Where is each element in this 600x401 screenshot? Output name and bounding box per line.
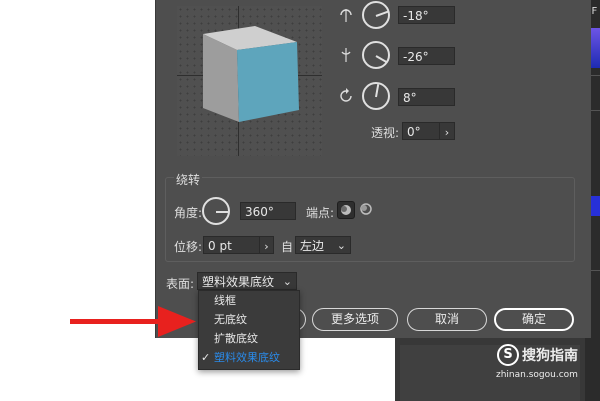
chevron-right-icon: › [444, 126, 450, 139]
sogou-logo-icon: S [497, 344, 519, 366]
surface-select[interactable]: 塑料效果底纹 ⌄ [197, 272, 297, 290]
x-axis-rotate-icon [340, 9, 352, 22]
surface-label: 表面: [166, 277, 195, 291]
x-rotation-dial[interactable] [362, 1, 390, 29]
red-arrow-icon [70, 306, 196, 337]
checkmark-icon: ✓ [201, 351, 211, 364]
from-label: 自 [281, 240, 294, 254]
angle-label: 角度: [174, 206, 203, 220]
z-rotation-input[interactable]: 8° [398, 88, 455, 106]
y-rotation-dial[interactable] [362, 41, 390, 69]
z-rotation-dial[interactable] [362, 82, 390, 110]
offset-input[interactable]: 0 pt [203, 236, 260, 254]
perspective-stepper[interactable]: › [439, 122, 455, 140]
watermark-brand: 搜狗指南 [522, 348, 578, 364]
cap-off-icon [360, 203, 372, 215]
perspective-label: 透视: [371, 126, 400, 140]
cancel-button[interactable]: 取消 [407, 308, 487, 331]
z-axis-rotate-icon [340, 88, 352, 102]
chevron-down-icon: ⌄ [282, 275, 292, 288]
watermark-url: zhinan.sogou.com [496, 370, 578, 380]
surface-dropdown-menu: 线框 无底纹 扩散底纹 ✓ 塑料效果底纹 [198, 290, 300, 370]
x-rotation-input[interactable]: -18° [398, 6, 455, 24]
cap-off-button[interactable] [358, 201, 374, 217]
from-select[interactable]: 左边 ⌄ [295, 236, 351, 254]
cap-on-icon [341, 205, 351, 215]
revolve-angle-dial[interactable] [202, 197, 230, 225]
more-options-button[interactable]: 更多选项 [312, 308, 398, 331]
menu-item-plastic-shading[interactable]: ✓ 塑料效果底纹 [199, 348, 299, 367]
y-rotation-input[interactable]: -26° [398, 47, 455, 65]
caps-label: 端点: [306, 206, 335, 220]
menu-item-plastic-shading-label: 塑料效果底纹 [214, 351, 280, 364]
menu-item-no-shading[interactable]: 无底纹 [199, 310, 299, 329]
chevron-down-icon: ⌄ [336, 239, 346, 252]
offset-stepper[interactable]: › [259, 236, 274, 254]
revolve-angle-input[interactable]: 360° [240, 202, 296, 220]
cap-on-button[interactable] [337, 201, 355, 219]
ok-button[interactable]: 确定 [494, 308, 574, 331]
perspective-input[interactable]: 0° [402, 122, 440, 140]
menu-item-diffuse-shading[interactable]: 扩散底纹 [199, 329, 299, 348]
menu-item-wireframe[interactable]: 线框 [199, 291, 299, 310]
chevron-right-icon: › [264, 240, 269, 253]
surface-select-value: 塑料效果底纹 [202, 275, 275, 289]
from-select-value: 左边 [300, 239, 325, 253]
revolve-title: 绕转 [174, 171, 203, 188]
cube-icon[interactable] [195, 22, 307, 128]
offset-label: 位移: [174, 240, 203, 254]
y-axis-rotate-icon [341, 48, 351, 62]
